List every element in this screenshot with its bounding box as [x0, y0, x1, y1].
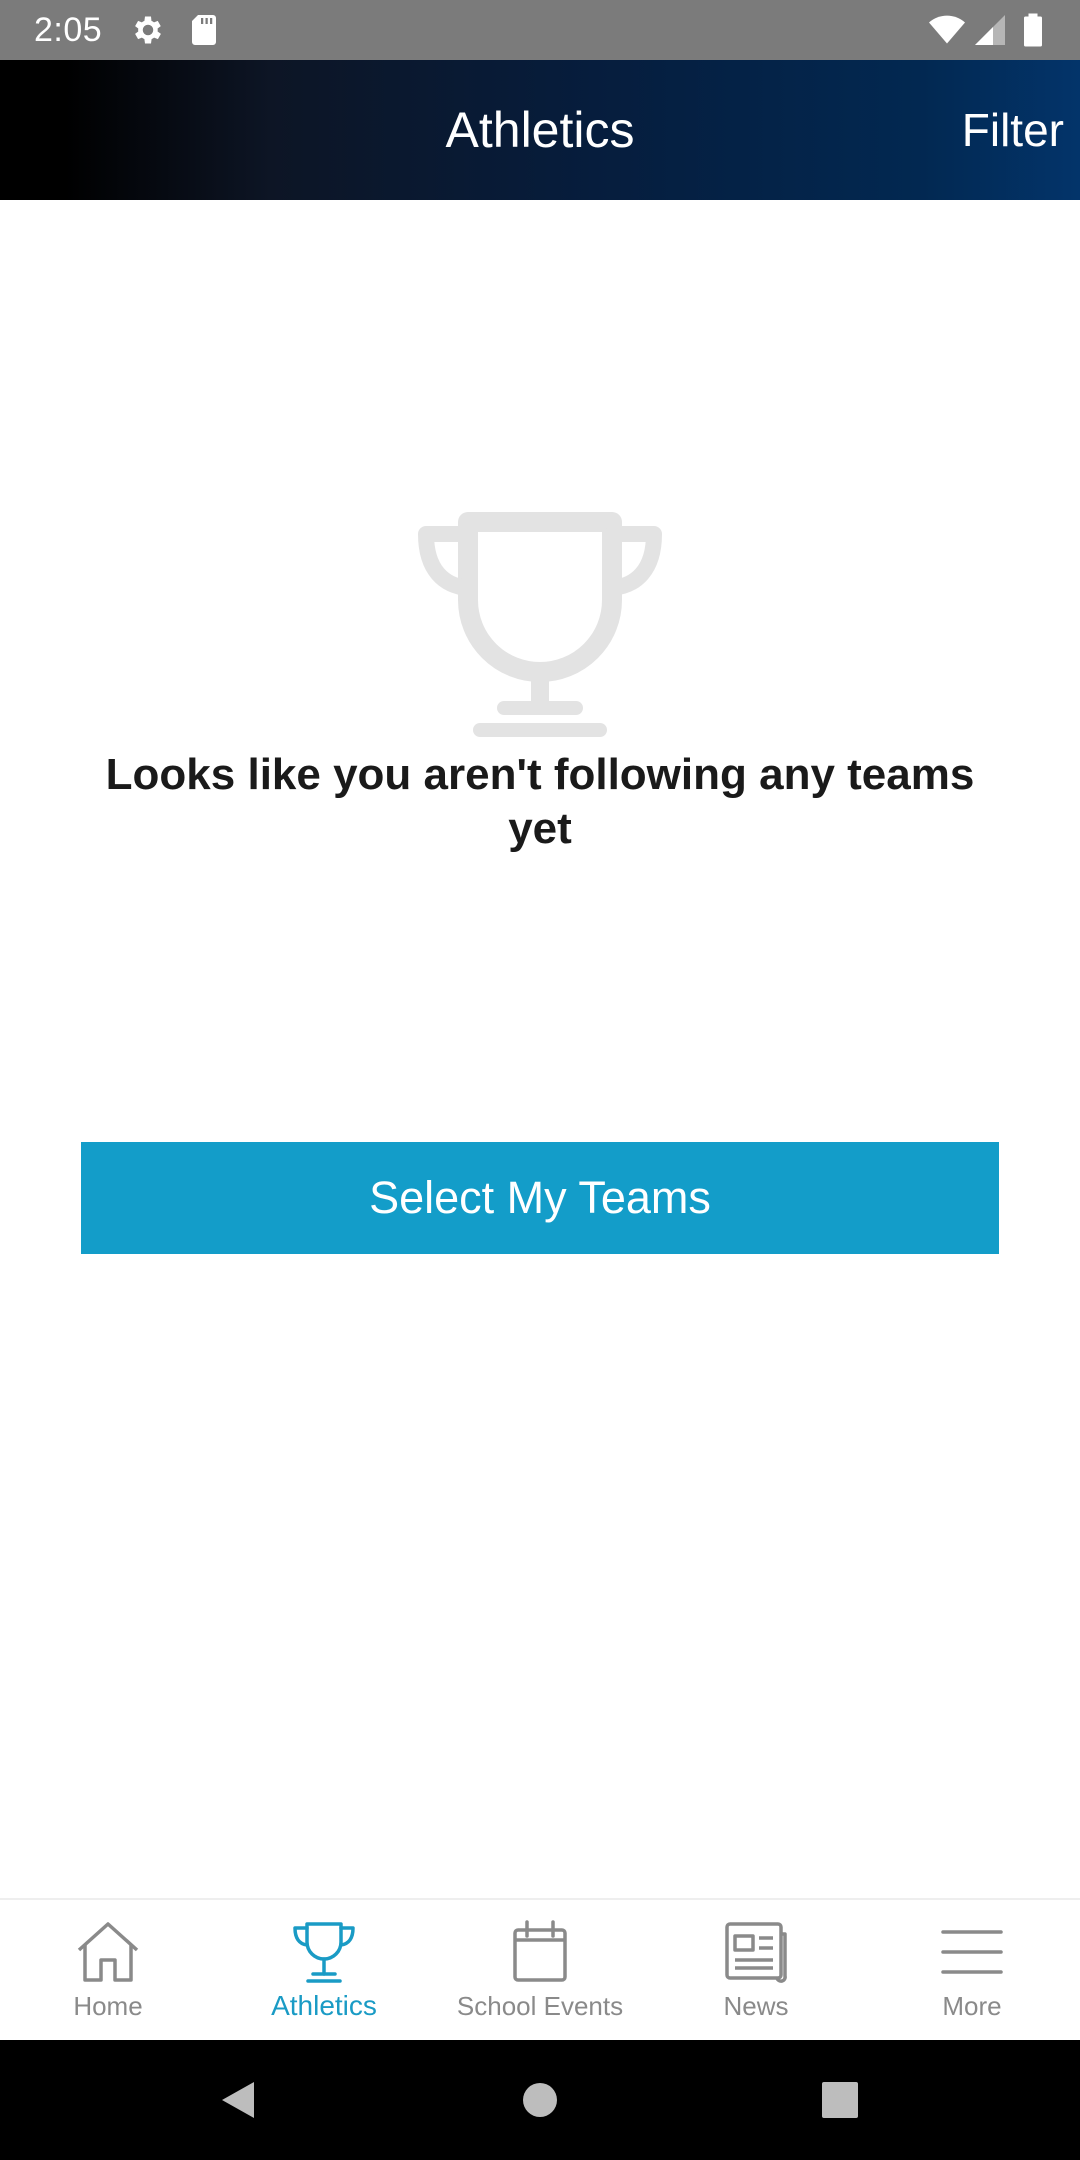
tab-label: Athletics — [271, 1990, 377, 2021]
sd-card-icon — [186, 12, 222, 48]
home-circle-icon[interactable] — [520, 2080, 560, 2120]
empty-state-message: Looks like you aren't following any team… — [105, 750, 975, 853]
newspaper-icon — [721, 1920, 791, 1984]
select-my-teams-button[interactable]: Select My Teams — [81, 1142, 999, 1254]
home-icon — [73, 1920, 143, 1984]
empty-state: Looks like you aren't following any team… — [0, 200, 1080, 1900]
battery-icon — [1018, 12, 1048, 48]
system-nav-bar — [0, 2040, 1080, 2160]
tab-label: Home — [73, 1991, 143, 2021]
trophy-icon — [414, 508, 666, 744]
tab-home[interactable]: Home — [0, 1900, 216, 2040]
bottom-tab-bar: Home Athletics School Events News More — [0, 1898, 1080, 2040]
tab-news[interactable]: News — [648, 1900, 864, 2040]
status-time: 2:05 — [34, 11, 103, 49]
status-bar: 2:05 — [0, 0, 1080, 60]
signal-icon — [972, 12, 1008, 48]
wifi-icon — [926, 12, 968, 48]
menu-icon — [937, 1920, 1007, 1984]
app-header: Athletics Filter — [0, 60, 1080, 200]
tab-school-events[interactable]: School Events — [432, 1900, 648, 2040]
tab-athletics[interactable]: Athletics — [216, 1900, 432, 2040]
tab-more[interactable]: More — [864, 1900, 1080, 2040]
tab-label: More — [942, 1991, 1002, 2021]
tab-label: School Events — [456, 1991, 624, 2021]
tab-label: News — [723, 1991, 789, 2021]
page-title: Athletics — [445, 102, 635, 158]
back-icon[interactable] — [218, 2080, 258, 2120]
filter-button[interactable]: Filter — [962, 60, 1064, 200]
gear-icon — [130, 12, 166, 48]
calendar-icon — [505, 1920, 575, 1984]
recents-icon[interactable] — [820, 2080, 860, 2120]
trophy-icon — [289, 1920, 359, 1984]
